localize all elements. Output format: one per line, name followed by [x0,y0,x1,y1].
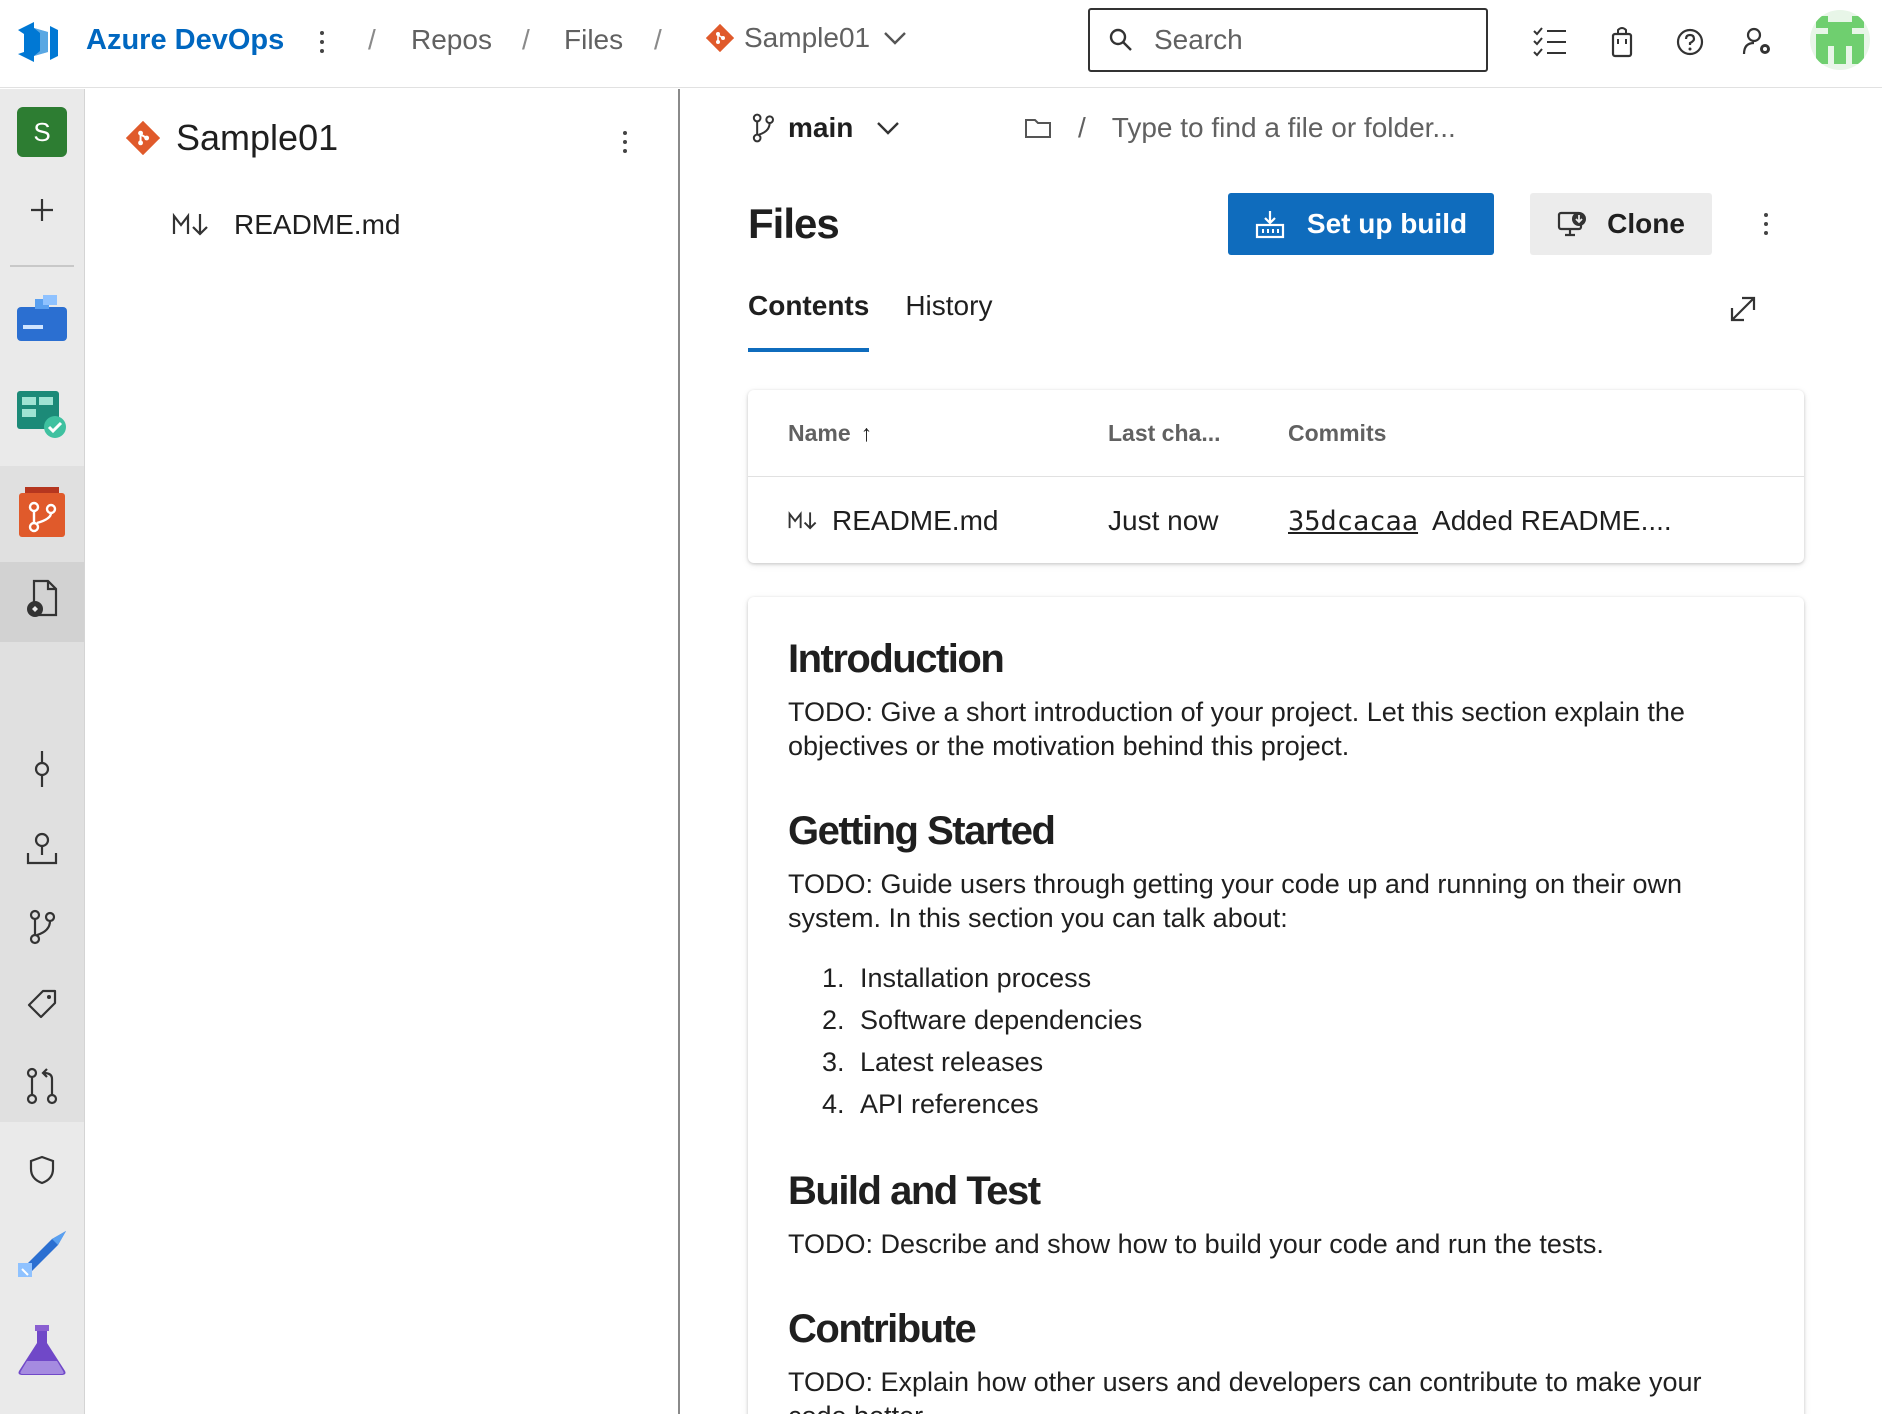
list-item: Latest releases [852,1041,1764,1083]
branch-selector[interactable]: main [750,112,903,144]
column-header-last-change[interactable]: Last cha... [1108,420,1220,447]
path-input-placeholder[interactable]: Type to find a file or folder... [1112,112,1456,144]
readme-paragraph: TODO: Give a short introduction of your … [788,697,1685,761]
shopping-bag-icon[interactable] [1602,22,1642,62]
boards-icon[interactable] [0,391,84,439]
pull-requests-icon[interactable] [0,1067,84,1105]
branch-icon [752,113,775,143]
policies-icon[interactable] [0,1155,84,1185]
path-separator: / [1078,112,1086,143]
header-divider [748,476,1804,477]
search-box[interactable]: Search [1088,8,1488,72]
search-icon [1109,28,1132,51]
tab-contents[interactable]: Contents [748,290,870,352]
files-table: Name ↑ Last cha... Commits README.md Jus… [748,390,1804,563]
breadcrumb-files[interactable]: Files [564,24,623,56]
commit-message: Added README.... [1432,505,1672,536]
readme-preview: Introduction TODO: Give a short introduc… [748,597,1804,1414]
readme-heading: Getting Started [788,809,1056,853]
chevron-down-icon [884,32,906,45]
navigation-rail: S [0,89,85,1414]
overview-icon[interactable] [0,295,84,341]
set-up-build-button[interactable]: Set up build [1228,193,1494,255]
expand-icon[interactable] [1726,292,1760,326]
avatar[interactable] [1810,10,1870,70]
breadcrumb-separator: / [654,24,662,55]
markdown-icon [172,212,208,236]
tab-history[interactable]: History [905,290,992,352]
repos-icon[interactable] [0,487,84,537]
readme-paragraph: TODO: Guide users through getting your c… [788,869,1683,933]
commits-icon[interactable] [0,751,84,787]
project-initial: S [17,107,67,157]
table-row-name[interactable]: README.md [788,505,998,537]
git-repo-icon [126,121,160,155]
test-plans-icon[interactable] [0,1325,84,1375]
more-actions-icon[interactable] [1756,206,1776,242]
page-title: Files [748,200,840,247]
markdown-icon [788,511,817,530]
last-change: Just now [1108,505,1219,536]
commit-id-link[interactable]: 35dcacaa [1288,506,1418,537]
new-icon[interactable] [0,195,84,225]
tags-icon[interactable] [0,989,84,1019]
more-actions-icon[interactable] [310,22,334,62]
branch-name: main [788,112,854,143]
sort-ascending-icon: ↑ [860,420,873,446]
readme-paragraph: TODO: Describe and show how to build you… [788,1229,1604,1259]
git-repo-icon [706,24,734,52]
path-finder[interactable]: / Type to find a file or folder... [1024,112,1456,144]
pushes-icon[interactable] [0,831,84,865]
column-header-name-label: Name [788,420,851,446]
rail-divider [10,265,74,267]
help-icon[interactable] [1670,22,1710,62]
repo-selector-label: Sample01 [744,22,871,53]
column-header-name[interactable]: Name ↑ [788,420,872,447]
clone-label: Clone [1607,208,1685,239]
readme-paragraph: TODO: Explain how other users and develo… [788,1367,1702,1414]
breadcrumb-separator: / [368,24,376,55]
breadcrumb-separator: / [522,24,530,55]
user-settings-icon[interactable] [1738,22,1778,62]
content-tabs: Contents History [748,290,992,352]
pipelines-icon[interactable] [0,1229,84,1281]
tree-repo-header[interactable]: Sample01 [126,117,338,159]
chevron-down-icon [877,122,900,135]
azure-devops-logo-icon[interactable] [14,18,62,66]
files-icon[interactable] [0,579,84,619]
brand-name[interactable]: Azure DevOps [86,24,284,57]
build-icon [1255,211,1284,239]
tree-file-item[interactable]: README.md [172,209,400,241]
tree-more-icon[interactable] [615,124,635,160]
branches-icon[interactable] [0,909,84,945]
list-item: API references [852,1083,1764,1125]
list-item: Installation process [852,957,1764,999]
set-up-build-label: Set up build [1306,208,1468,239]
file-tree-panel: Sample01 README.md [86,89,680,1414]
tree-file-name: README.md [234,209,401,240]
list-item: Software dependencies [852,999,1764,1041]
top-bar: Azure DevOps / Repos / Files / Sample01 … [0,0,1882,88]
folder-icon [1025,119,1051,138]
clone-button[interactable]: Clone [1530,193,1712,255]
file-name: README.md [832,505,999,536]
readme-list: Installation process Software dependenci… [818,957,1764,1125]
task-list-icon[interactable] [1530,22,1570,62]
search-placeholder: Search [1154,24,1243,55]
repo-selector[interactable]: Sample01 [706,22,910,54]
commit-cell: 35dcacaa Added README.... [1288,505,1672,537]
readme-heading: Introduction [788,637,1005,681]
readme-heading: Build and Test [788,1169,1041,1213]
column-header-commits[interactable]: Commits [1288,420,1386,447]
breadcrumb-repos[interactable]: Repos [411,24,492,56]
tree-repo-name: Sample01 [176,117,339,158]
clone-icon [1558,211,1587,237]
readme-heading: Contribute [788,1307,977,1351]
project-badge[interactable]: S [0,107,84,157]
